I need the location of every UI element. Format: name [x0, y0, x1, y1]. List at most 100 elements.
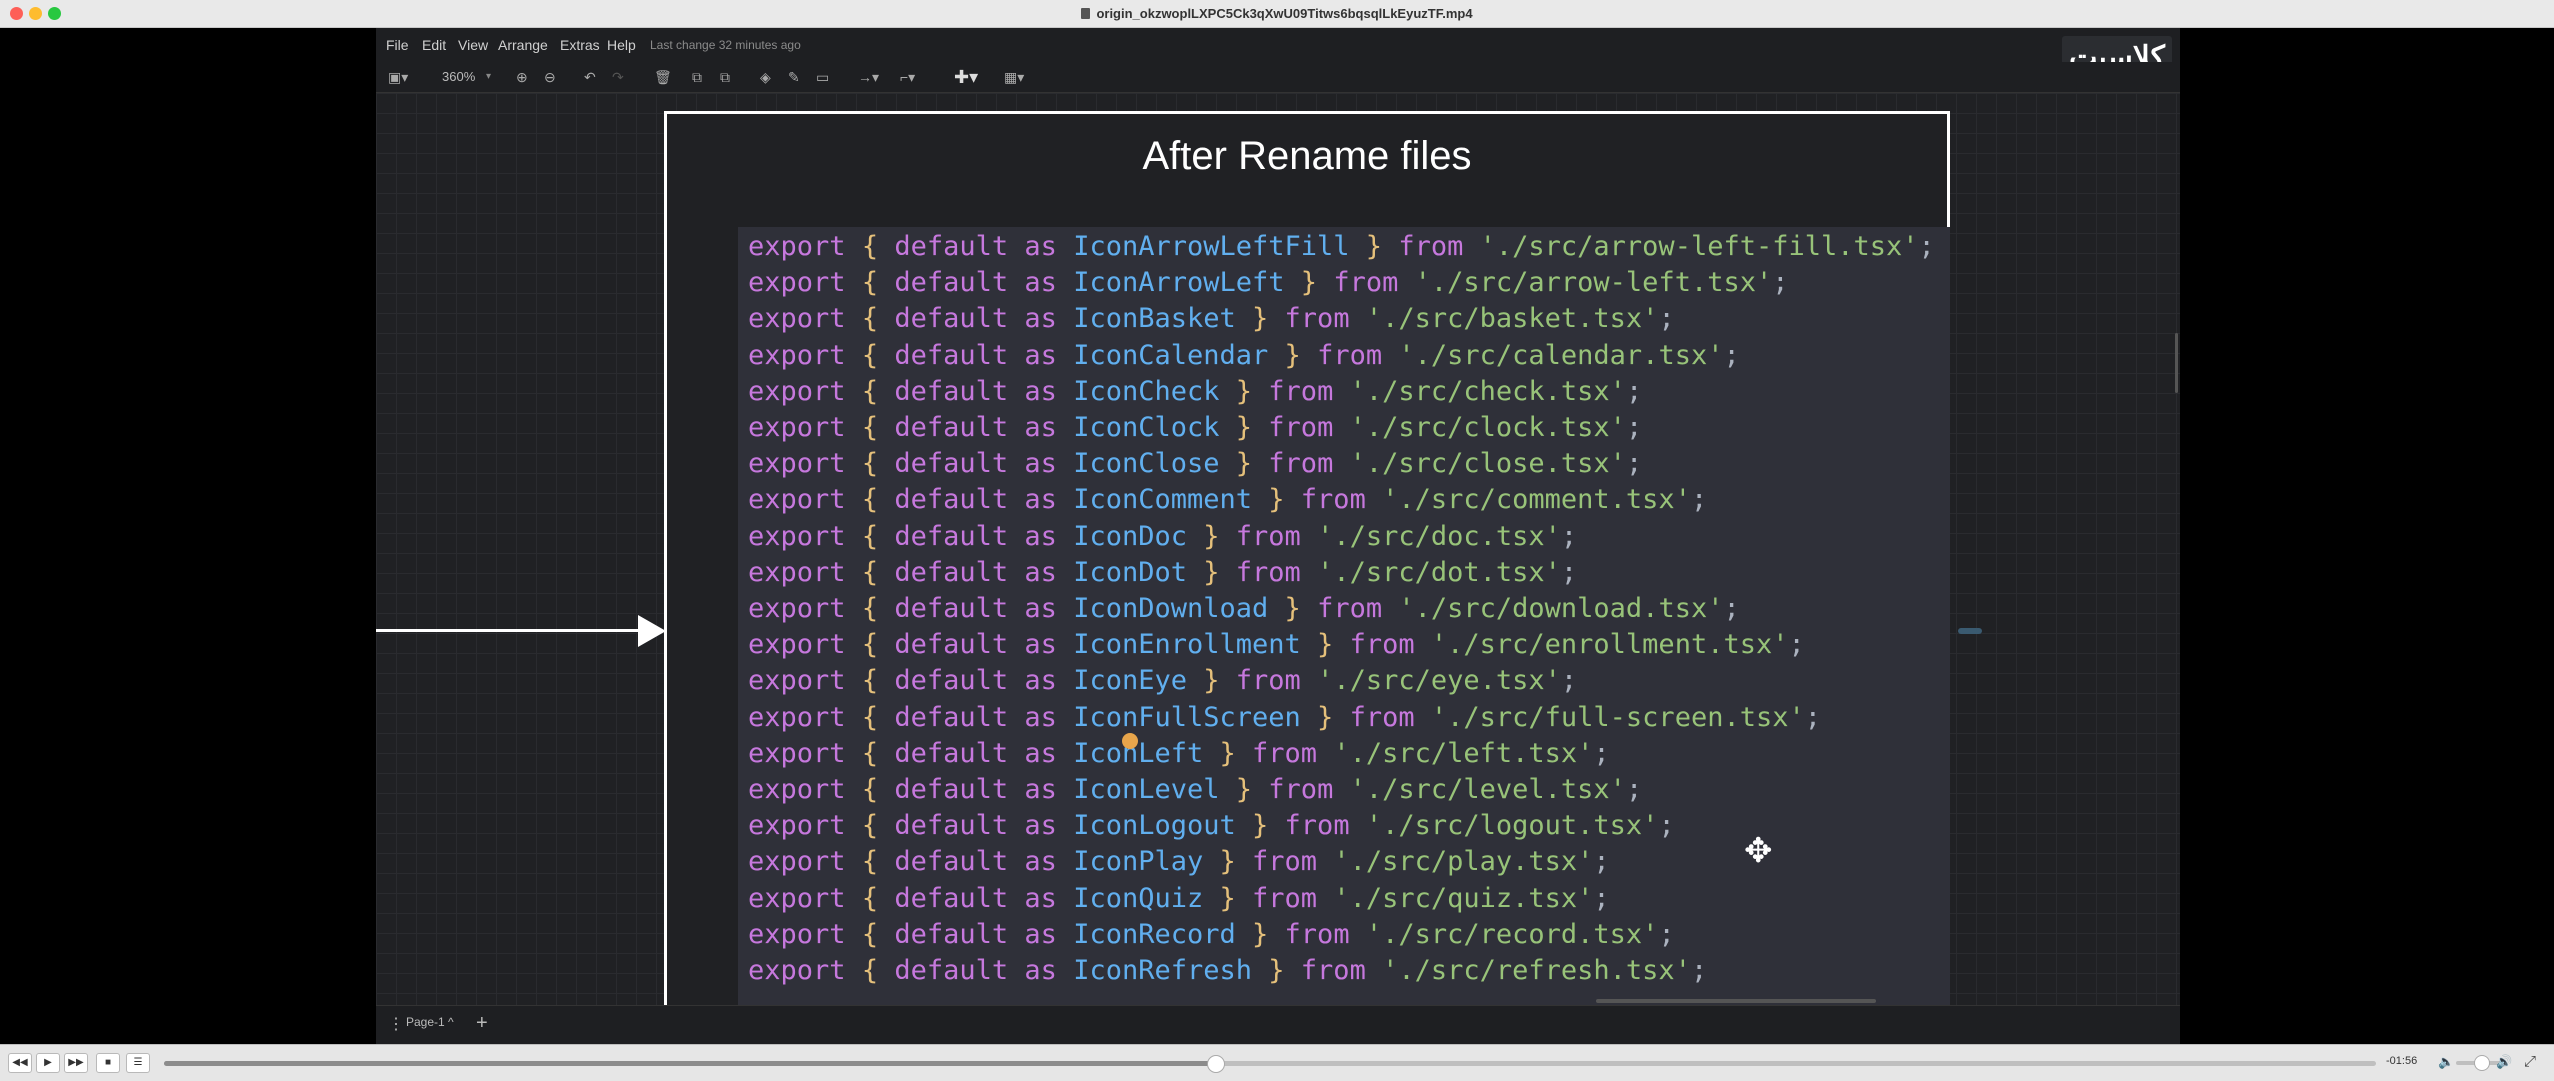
menu-view[interactable]: View	[458, 37, 488, 53]
code-token: }	[1268, 955, 1285, 986]
diagram-title[interactable]: After Rename files	[667, 134, 1947, 179]
window-title-text: origin_okzwoplLXPC5Ck3qXwU09Titws6bqsqlL…	[1096, 6, 1473, 21]
line-color-icon[interactable]: ✎	[788, 68, 800, 86]
zoom-dropdown-icon[interactable]: ▾	[486, 68, 491, 86]
delete-icon[interactable]: 🗑	[654, 68, 672, 86]
code-identifier: IconComment	[1073, 484, 1252, 516]
add-page-button[interactable]: +	[476, 1012, 488, 1035]
code-token: {	[861, 701, 879, 733]
page-tab-1[interactable]: Page-1 ^	[406, 1015, 454, 1029]
progress-slider[interactable]	[164, 1055, 2376, 1073]
menu-help[interactable]: Help	[607, 37, 636, 53]
code-line: export { default as IconClose } from './…	[748, 446, 1642, 482]
code-token: export	[748, 918, 846, 950]
to-back-icon[interactable]: ⧉	[720, 68, 730, 86]
undo-icon[interactable]: ↶	[584, 68, 596, 86]
format-panel-icon[interactable]: ▣▾	[388, 68, 408, 86]
connector-arrow-icon[interactable]	[1958, 628, 1982, 634]
code-token: ;	[1625, 375, 1643, 407]
to-front-icon[interactable]: ⧉	[692, 68, 702, 86]
play-icon[interactable]: ▶	[36, 1053, 60, 1073]
fill-color-icon[interactable]: ◈	[760, 68, 771, 86]
waypoints-icon[interactable]: ⌐▾	[900, 68, 915, 86]
volume-low-icon[interactable]: 🔈	[2438, 1054, 2454, 1070]
diagram-canvas[interactable]: After Rename files export { default as I…	[376, 93, 2180, 1005]
code-token: as	[1024, 448, 1057, 480]
menu-file[interactable]: File	[386, 37, 409, 53]
zoom-level-select[interactable]: 360%	[442, 68, 475, 86]
menu-arrange[interactable]: Arrange	[498, 37, 548, 53]
window-title: origin_okzwoplLXPC5Ck3qXwU09Titws6bqsqlL…	[0, 6, 2554, 21]
progress-knob[interactable]	[1206, 1055, 1225, 1073]
code-string: './src/dot.tsx'	[1317, 556, 1561, 588]
code-token: ;	[1560, 665, 1578, 697]
redo-icon[interactable]: ↷	[612, 68, 624, 86]
code-token: export	[748, 810, 846, 842]
horizontal-scrollbar[interactable]	[1596, 999, 1876, 1003]
last-change-status[interactable]: Last change 32 minutes ago	[650, 38, 801, 52]
code-token: default	[894, 231, 1009, 262]
code-token: as	[1024, 593, 1057, 624]
code-token: {	[861, 448, 879, 480]
volume-high-icon[interactable]: 🔊	[2496, 1054, 2512, 1070]
insert-icon[interactable]: ✚▾	[954, 68, 978, 86]
code-token: from	[1349, 701, 1415, 733]
code-token: default	[894, 520, 1009, 552]
code-token: }	[1219, 846, 1236, 878]
code-token: as	[1024, 484, 1057, 516]
code-token: {	[861, 810, 879, 842]
rewind-icon[interactable]: ◀◀	[8, 1053, 32, 1073]
code-line: export { default as IconArrowLeft } from…	[748, 265, 1789, 301]
code-token: from	[1317, 593, 1383, 624]
menu-edit[interactable]: Edit	[422, 37, 446, 53]
time-remaining: -01:56	[2386, 1055, 2418, 1067]
menu-extras[interactable]: Extras	[560, 37, 600, 53]
vertical-scrollbar[interactable]	[2175, 333, 2178, 393]
playlist-icon[interactable]: ☰	[126, 1053, 150, 1073]
shadow-icon[interactable]: ▭	[816, 68, 829, 86]
code-token: export	[748, 375, 846, 407]
code-token: export	[748, 556, 846, 588]
zoom-out-icon[interactable]: ⊖	[544, 68, 556, 86]
code-token: default	[894, 665, 1009, 697]
connector-arrow-line[interactable]	[376, 629, 654, 632]
fast-forward-icon[interactable]: ▶▶	[64, 1053, 88, 1073]
code-token: }	[1300, 267, 1318, 299]
code-token: default	[894, 955, 1009, 986]
zoom-in-icon[interactable]: ⊕	[516, 68, 528, 86]
connection-icon[interactable]: →▾	[858, 68, 879, 86]
code-token: as	[1024, 556, 1057, 588]
code-string: './src/doc.tsx'	[1317, 520, 1561, 552]
volume-knob[interactable]	[2474, 1055, 2490, 1071]
code-line: export { default as IconDot } from './sr…	[748, 555, 1577, 591]
code-string: './src/enrollment.tsx'	[1430, 629, 1789, 661]
code-identifier: IconClock	[1073, 412, 1220, 443]
table-icon[interactable]: ▦▾	[1004, 68, 1024, 86]
pages-menu-icon[interactable]: ⋮	[388, 1014, 404, 1034]
code-token: }	[1268, 484, 1285, 516]
stop-icon[interactable]: ■	[96, 1053, 120, 1073]
fullscreen-icon[interactable]: ⤢	[2524, 1053, 2536, 1070]
code-token: {	[861, 846, 879, 878]
code-token: export	[748, 737, 846, 769]
code-identifier: IconCheck	[1073, 375, 1220, 407]
code-token: from	[1268, 774, 1334, 805]
code-token: {	[861, 918, 879, 950]
